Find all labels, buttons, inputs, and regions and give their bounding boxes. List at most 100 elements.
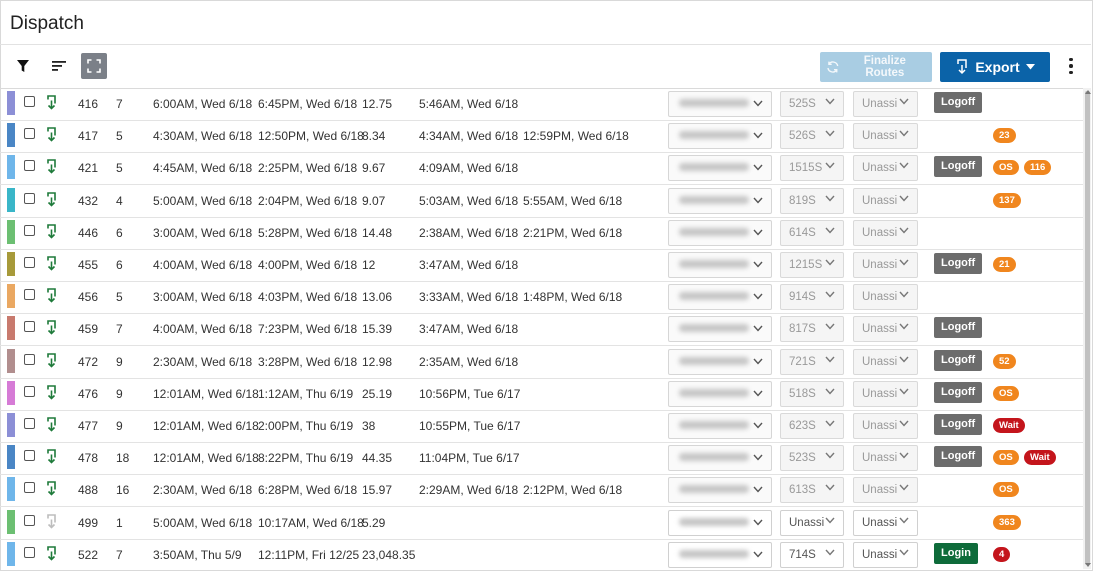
assignment-select[interactable]: Unassi — [853, 188, 918, 214]
table-row[interactable]: 478 18 12:01AM, Wed 6/18 8:22PM, Thu 6/1… — [0, 442, 1083, 475]
table-row[interactable]: 455 6 4:00AM, Wed 6/18 4:00PM, Wed 6/18 … — [0, 249, 1083, 282]
more-vertical-icon[interactable] — [1062, 53, 1080, 79]
driver-select[interactable] — [668, 284, 772, 310]
route-download-icon[interactable] — [45, 546, 58, 561]
vehicle-select[interactable]: 914S — [780, 284, 844, 310]
assignment-select[interactable]: Unassi — [853, 91, 918, 117]
route-download-icon[interactable] — [45, 288, 58, 303]
login-button[interactable]: Login — [934, 543, 978, 564]
filter-icon[interactable] — [10, 53, 36, 79]
driver-select[interactable] — [668, 252, 772, 278]
logoff-button[interactable]: Logoff — [934, 414, 983, 435]
row-checkbox[interactable] — [24, 257, 35, 268]
route-download-icon[interactable] — [45, 481, 58, 496]
driver-select[interactable] — [668, 349, 772, 375]
logoff-button[interactable]: Logoff — [934, 253, 983, 274]
row-checkbox[interactable] — [24, 193, 35, 204]
route-download-icon[interactable] — [45, 320, 58, 335]
driver-select[interactable] — [668, 510, 772, 536]
vehicle-select[interactable]: 525S — [780, 91, 844, 117]
driver-select[interactable] — [668, 413, 772, 439]
assignment-select[interactable]: Unassi — [853, 542, 918, 568]
table-row[interactable]: 477 9 12:01AM, Wed 6/18 2:00PM, Thu 6/19… — [0, 410, 1083, 443]
logoff-button[interactable]: Logoff — [934, 382, 983, 403]
assignment-select[interactable]: Unassi — [853, 477, 918, 503]
logoff-button[interactable]: Logoff — [934, 92, 983, 113]
route-download-icon[interactable] — [45, 385, 58, 400]
vehicle-select[interactable]: 526S — [780, 123, 844, 149]
route-download-icon[interactable] — [45, 224, 58, 239]
vehicle-select[interactable]: 613S — [780, 477, 844, 503]
logoff-button[interactable]: Logoff — [934, 156, 983, 177]
row-checkbox[interactable] — [24, 354, 35, 365]
logoff-button[interactable]: Logoff — [934, 446, 983, 467]
table-row[interactable]: 472 9 2:30AM, Wed 6/18 3:28PM, Wed 6/18 … — [0, 346, 1083, 379]
driver-select[interactable] — [668, 381, 772, 407]
row-checkbox[interactable] — [24, 547, 35, 558]
table-row[interactable]: 417 5 4:30AM, Wed 6/18 12:50PM, Wed 6/18… — [0, 120, 1083, 153]
logoff-button[interactable]: Logoff — [934, 350, 983, 371]
vehicle-select[interactable]: 1215S — [780, 252, 844, 278]
table-row[interactable]: 476 9 12:01AM, Wed 6/18 1:12AM, Thu 6/19… — [0, 378, 1083, 411]
export-button[interactable]: Export — [940, 52, 1050, 82]
driver-select[interactable] — [668, 445, 772, 471]
vehicle-select[interactable]: 518S — [780, 381, 844, 407]
route-download-icon[interactable] — [45, 256, 58, 271]
table-row[interactable]: 432 4 5:00AM, Wed 6/18 2:04PM, Wed 6/18 … — [0, 185, 1083, 218]
assignment-select[interactable]: Unassi — [853, 349, 918, 375]
vehicle-select[interactable]: 614S — [780, 220, 844, 246]
driver-select[interactable] — [668, 220, 772, 246]
row-checkbox[interactable] — [24, 450, 35, 461]
vehicle-select[interactable]: 721S — [780, 349, 844, 375]
row-checkbox[interactable] — [24, 160, 35, 171]
assignment-select[interactable]: Unassi — [853, 413, 918, 439]
driver-select[interactable] — [668, 542, 772, 568]
assignment-select[interactable]: Unassi — [853, 381, 918, 407]
assignment-select[interactable]: Unassi — [853, 284, 918, 310]
vehicle-select[interactable]: 523S — [780, 445, 844, 471]
table-row[interactable]: 499 1 5:00AM, Wed 6/18 10:17AM, Wed 6/18… — [0, 507, 1083, 540]
driver-select[interactable] — [668, 155, 772, 181]
route-download-icon[interactable] — [45, 192, 58, 207]
assignment-select[interactable]: Unassi — [853, 510, 918, 536]
row-checkbox[interactable] — [24, 225, 35, 236]
assignment-select[interactable]: Unassi — [853, 445, 918, 471]
assignment-select[interactable]: Unassi — [853, 316, 918, 342]
assignment-select[interactable]: Unassi — [853, 252, 918, 278]
driver-select[interactable] — [668, 188, 772, 214]
table-row[interactable]: 421 5 4:45AM, Wed 6/18 2:25PM, Wed 6/18 … — [0, 152, 1083, 185]
route-download-icon[interactable] — [45, 127, 58, 142]
assignment-select[interactable]: Unassi — [853, 155, 918, 181]
vehicle-select[interactable]: 817S — [780, 316, 844, 342]
row-checkbox[interactable] — [24, 515, 35, 526]
vehicle-select[interactable]: 623S — [780, 413, 844, 439]
scroll-down-icon[interactable] — [1085, 563, 1091, 567]
row-checkbox[interactable] — [24, 386, 35, 397]
table-row[interactable]: 446 6 3:00AM, Wed 6/18 5:28PM, Wed 6/18 … — [0, 217, 1083, 250]
row-checkbox[interactable] — [24, 418, 35, 429]
vehicle-select[interactable]: 1515S — [780, 155, 844, 181]
row-checkbox[interactable] — [24, 482, 35, 493]
logoff-button[interactable]: Logoff — [934, 317, 983, 338]
vehicle-select[interactable]: 819S — [780, 188, 844, 214]
expand-icon[interactable] — [81, 53, 107, 79]
driver-select[interactable] — [668, 91, 772, 117]
driver-select[interactable] — [668, 316, 772, 342]
route-download-icon[interactable] — [45, 514, 58, 529]
driver-select[interactable] — [668, 477, 772, 503]
vehicle-select[interactable]: 714S — [780, 542, 844, 568]
sort-icon[interactable] — [46, 53, 72, 79]
row-checkbox[interactable] — [24, 128, 35, 139]
route-download-icon[interactable] — [45, 449, 58, 464]
table-row[interactable]: 522 7 3:50AM, Thu 5/9 12:11PM, Fri 12/25… — [0, 539, 1083, 569]
table-row[interactable]: 416 7 6:00AM, Wed 6/18 6:45PM, Wed 6/18 … — [0, 88, 1083, 121]
row-checkbox[interactable] — [24, 289, 35, 300]
route-download-icon[interactable] — [45, 95, 58, 110]
route-download-icon[interactable] — [45, 159, 58, 174]
assignment-select[interactable]: Unassi — [853, 220, 918, 246]
driver-select[interactable] — [668, 123, 772, 149]
table-row[interactable]: 456 5 3:00AM, Wed 6/18 4:03PM, Wed 6/18 … — [0, 281, 1083, 314]
vehicle-select[interactable]: Unassi — [780, 510, 844, 536]
table-row[interactable]: 459 7 4:00AM, Wed 6/18 7:23PM, Wed 6/18 … — [0, 313, 1083, 346]
scrollbar-thumb[interactable] — [1085, 91, 1090, 565]
